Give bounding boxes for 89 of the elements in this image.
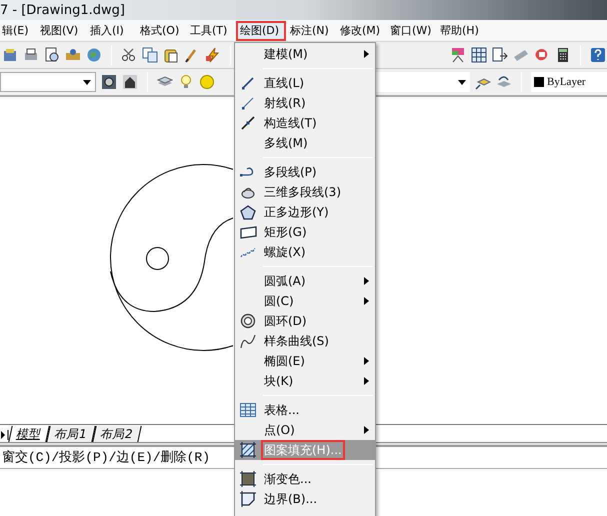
grid-icon[interactable] bbox=[471, 47, 487, 63]
menu-entry-label: 正多边形(Y) bbox=[263, 204, 330, 220]
menu-entry-label: 圆环(D) bbox=[263, 313, 308, 329]
line-icon bbox=[241, 76, 255, 90]
menu-entry-label: 射线(R) bbox=[263, 95, 307, 111]
sun-icon[interactable] bbox=[199, 74, 215, 90]
menu-entry-label: 表格... bbox=[263, 402, 300, 418]
menu-entry[interactable]: 点(O) bbox=[235, 420, 375, 440]
menu-entry[interactable]: 块(K) bbox=[235, 371, 375, 391]
menu-entry[interactable]: 椭圆(E) bbox=[235, 351, 375, 371]
boundary-icon bbox=[240, 491, 256, 507]
linetype-field[interactable]: ByLayer bbox=[531, 72, 607, 92]
menu-entry[interactable]: 正多边形(Y) bbox=[235, 202, 375, 222]
table-icon bbox=[240, 403, 256, 417]
menu-item[interactable]: 插入(I) bbox=[86, 20, 136, 40]
globe-icon[interactable] bbox=[86, 47, 102, 63]
menu-entry[interactable]: 边界(B)... bbox=[235, 489, 375, 509]
window-title: 7 - [Drawing1.dwg] bbox=[0, 4, 125, 16]
menu-item[interactable]: 帮助(H) bbox=[436, 20, 486, 40]
caret-icon bbox=[458, 80, 466, 84]
menu-entry-label: 渐变色... bbox=[263, 471, 312, 487]
spline-icon bbox=[240, 333, 256, 349]
layer-restore-icon[interactable] bbox=[496, 74, 512, 90]
menu-item[interactable]: 格式(O) bbox=[136, 20, 186, 40]
lightning-icon[interactable] bbox=[205, 47, 221, 63]
menu-entry[interactable]: 圆(C) bbox=[235, 291, 375, 311]
color-swatch-icon bbox=[534, 77, 544, 87]
menu-entry[interactable]: 多线(M) bbox=[235, 133, 375, 153]
menu-item[interactable]: 辑(E) bbox=[0, 20, 36, 40]
menu-entry[interactable]: 多段线(P) bbox=[235, 162, 375, 182]
menu-entry-label: 圆(C) bbox=[263, 293, 295, 309]
menu-entry-label: 构造线(T) bbox=[263, 115, 318, 131]
hatch-icon bbox=[240, 442, 256, 458]
menu-entry-label: 矩形(G) bbox=[263, 224, 308, 240]
menu-entry[interactable]: 直线(L) bbox=[235, 73, 375, 93]
scroll-arrow-icon[interactable] bbox=[0, 428, 10, 442]
help-icon[interactable] bbox=[590, 47, 606, 63]
pentagon-icon bbox=[240, 204, 256, 220]
house-icon[interactable] bbox=[122, 74, 138, 90]
donut-icon bbox=[240, 313, 256, 329]
menu-entry[interactable]: 射线(R) bbox=[235, 93, 375, 113]
menu-entry-label: 图案填充(H)... bbox=[263, 442, 343, 458]
menu-item[interactable]: 视图(V) bbox=[36, 20, 86, 40]
menu-entry-label: 椭圆(E) bbox=[263, 353, 306, 369]
menu-item[interactable]: 窗口(W) bbox=[386, 20, 436, 40]
copy-icon[interactable] bbox=[142, 47, 158, 63]
menu-entry[interactable]: 渐变色... bbox=[235, 469, 375, 489]
gradient-icon bbox=[240, 471, 256, 487]
menu-entry-label: 直线(L) bbox=[263, 75, 306, 91]
menu-entry[interactable]: 矩形(G) bbox=[235, 222, 375, 242]
menu-entry-label: 多段线(P) bbox=[263, 164, 318, 180]
menu-entry-label: 圆弧(A) bbox=[263, 273, 307, 289]
menu-entry[interactable]: 圆环(D) bbox=[235, 311, 375, 331]
menu-entry[interactable]: 表格... bbox=[235, 400, 375, 420]
calculator-icon[interactable] bbox=[555, 47, 571, 63]
construction-line-icon bbox=[241, 116, 255, 130]
command-history-line: 窗交(C)/投影(P)/边(E)/删除(R) bbox=[2, 448, 210, 467]
menu-entry-label: 三维多段线(3) bbox=[263, 184, 342, 200]
ray-icon bbox=[241, 96, 255, 110]
menu-entry-label: 块(K) bbox=[263, 373, 294, 389]
lightbulb-icon[interactable] bbox=[178, 74, 194, 90]
menu-entry[interactable]: 三维多段线(3) bbox=[235, 182, 375, 202]
caret-icon bbox=[83, 80, 91, 84]
menu-item[interactable]: 标注(N) bbox=[286, 20, 336, 40]
scissors-icon[interactable] bbox=[121, 47, 137, 63]
menu-item[interactable]: 修改(M) bbox=[336, 20, 386, 40]
polyline-icon bbox=[240, 165, 256, 179]
menu-entry[interactable]: 螺旋(X) bbox=[235, 242, 375, 262]
menu-item[interactable]: 工具(T) bbox=[186, 20, 236, 40]
menu-entry[interactable]: 样条曲线(S) bbox=[235, 331, 375, 351]
menu-entry[interactable]: 建模(M) bbox=[235, 44, 375, 64]
print-preview-icon[interactable] bbox=[44, 47, 60, 63]
menu-entry-label: 螺旋(X) bbox=[263, 244, 307, 260]
printer-icon[interactable] bbox=[23, 47, 39, 63]
helix-icon bbox=[240, 245, 256, 259]
menu-entry-label: 边界(B)... bbox=[263, 491, 318, 507]
menu-entry-label: 多线(M) bbox=[263, 135, 309, 151]
menu-entry-label: 样条曲线(S) bbox=[263, 333, 330, 349]
layout-tab[interactable]: 布局1 bbox=[46, 426, 96, 442]
open-icon[interactable] bbox=[2, 47, 18, 63]
layout-tab[interactable]: 布局2 bbox=[92, 426, 141, 442]
layout-tab[interactable]: 模型 bbox=[8, 426, 50, 442]
document-arrow-icon[interactable] bbox=[492, 47, 508, 63]
menu-entry[interactable]: 圆弧(A) bbox=[235, 271, 375, 291]
paste-icon[interactable] bbox=[163, 47, 179, 63]
menu-entry-label: 点(O) bbox=[263, 422, 296, 438]
menu-entry-label: 建模(M) bbox=[263, 46, 309, 62]
menu-item[interactable]: 绘图(D) bbox=[236, 20, 286, 40]
menu-entry[interactable]: 构造线(T) bbox=[235, 113, 375, 133]
